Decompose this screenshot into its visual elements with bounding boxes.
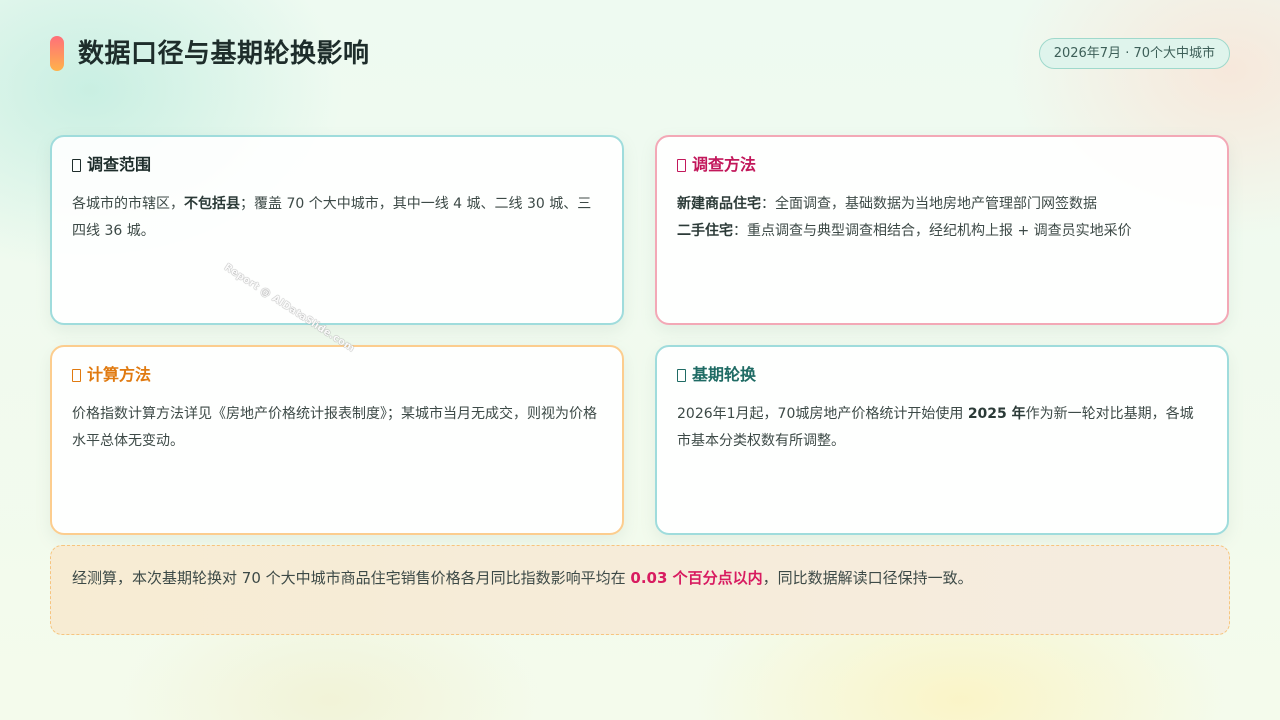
body-bold-text: 2025 年 — [967, 406, 1026, 422]
note-highlight: 0.03 个百分点以内 — [630, 569, 763, 587]
card-survey-scope: 调查范围 各城市的市辖区，不包括县；覆盖 70 个大中城市，其中一线 4 城、二… — [50, 135, 624, 325]
body-text: 各城市的市辖区， — [72, 196, 184, 212]
card-body: 各城市的市辖区，不包括县；覆盖 70 个大中城市，其中一线 4 城、二线 30 … — [72, 191, 602, 245]
method-label: 二手住宅 — [677, 223, 733, 239]
note-text: ，同比数据解读口径保持一致。 — [762, 569, 973, 587]
card-title-text: 计算方法 — [87, 365, 152, 384]
note-text: 经测算，本次基期轮换对 70 个大中城市商品住宅销售价格各月同比指数影响平均在 — [72, 569, 631, 587]
card-survey-method: 调查方法 新建商品住宅：全面调查，基础数据为当地房地产管理部门网签数据 二手住宅… — [655, 135, 1229, 325]
square-icon — [72, 158, 81, 172]
body-bold-text: 不包括县 — [184, 196, 240, 212]
page-title: 数据口径与基期轮换影响 — [78, 39, 370, 69]
method-label: 新建商品住宅 — [677, 196, 761, 212]
card-title: 计算方法 — [72, 365, 602, 385]
method-text: ：重点调查与典型调查相结合，经纪机构上报 + 调查员实地采价 — [733, 223, 1132, 239]
card-base-period-rotation: 基期轮换 2026年1月起，70城房地产价格统计开始使用 2025 年作为新一轮… — [655, 345, 1229, 535]
card-title: 基期轮换 — [677, 365, 1207, 385]
method-text: ：全面调查，基础数据为当地房地产管理部门网签数据 — [761, 196, 1097, 212]
card-title: 调查方法 — [677, 155, 1207, 175]
impact-note: 经测算，本次基期轮换对 70 个大中城市商品住宅销售价格各月同比指数影响平均在 … — [50, 545, 1230, 635]
method-line-new-homes: 新建商品住宅：全面调查，基础数据为当地房地产管理部门网签数据 — [677, 191, 1207, 218]
date-badge: 2026年7月 · 70个大中城市 — [1038, 38, 1230, 69]
card-body: 2026年1月起，70城房地产价格统计开始使用 2025 年作为新一轮对比基期，… — [677, 401, 1207, 455]
card-calculation-method: 计算方法 价格指数计算方法详见《房地产价格统计报表制度》；某城市当月无成交，则视… — [50, 345, 624, 535]
square-icon — [72, 368, 81, 382]
method-line-second-hand: 二手住宅：重点调查与典型调查相结合，经纪机构上报 + 调查员实地采价 — [677, 218, 1207, 245]
body-text: 2026年1月起，70城房地产价格统计开始使用 — [677, 406, 968, 422]
card-body: 价格指数计算方法详见《房地产价格统计报表制度》；某城市当月无成交，则视为价格水平… — [72, 406, 597, 449]
square-icon — [677, 158, 686, 172]
card-title-text: 调查方法 — [692, 155, 757, 174]
card-title-text: 调查范围 — [87, 155, 152, 174]
card-title: 调查范围 — [72, 155, 602, 175]
card-title-text: 基期轮换 — [692, 365, 757, 384]
page-header: 数据口径与基期轮换影响 2026年7月 · 70个大中城市 — [50, 36, 1230, 72]
card-body: 新建商品住宅：全面调查，基础数据为当地房地产管理部门网签数据 二手住宅：重点调查… — [677, 191, 1207, 245]
square-icon — [677, 368, 686, 382]
title-accent-bar — [50, 36, 64, 71]
